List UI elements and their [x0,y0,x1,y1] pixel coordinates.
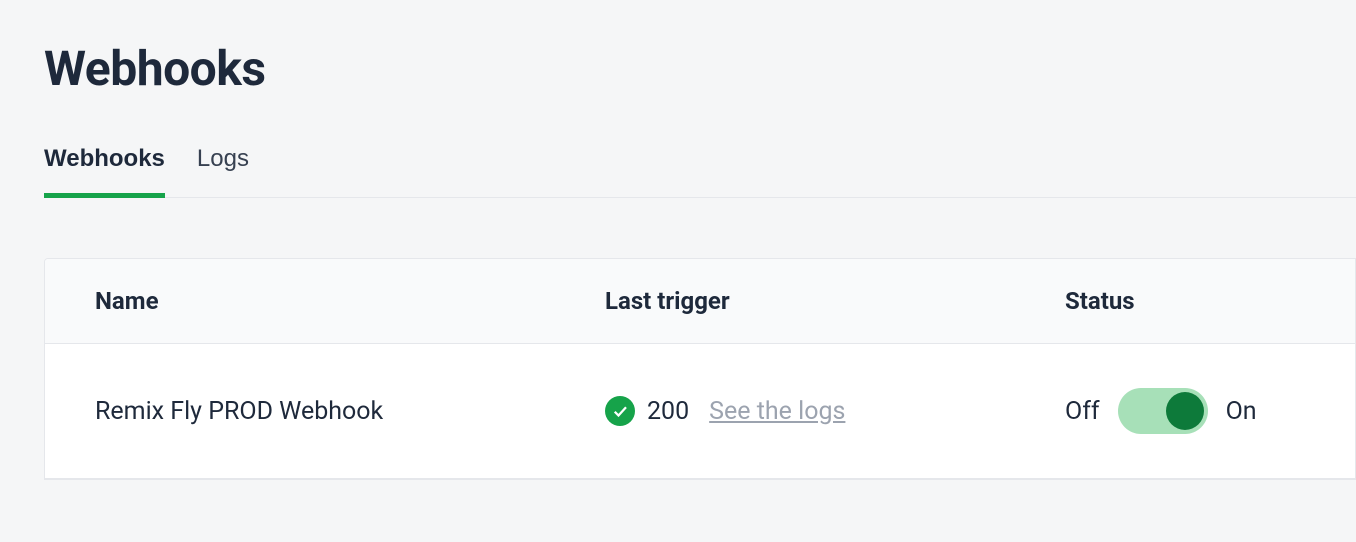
column-header-last-trigger: Last trigger [605,287,1065,315]
last-trigger-cell: 200 See the logs [605,396,1065,426]
status-cell: Off On [1065,388,1355,434]
check-circle-icon [605,396,635,426]
tab-logs[interactable]: Logs [197,145,249,197]
see-logs-link[interactable]: See the logs [709,397,845,426]
page-title: Webhooks [44,40,1356,97]
column-header-status: Status [1065,287,1355,315]
tabs: Webhooks Logs [44,145,1356,198]
webhooks-table: Name Last trigger Status Remix Fly PROD … [44,258,1356,480]
webhook-name: Remix Fly PROD Webhook [45,397,605,426]
status-toggle[interactable] [1118,388,1208,434]
status-code: 200 [647,397,689,426]
table-row: Remix Fly PROD Webhook 200 See the logs … [45,344,1355,479]
toggle-on-label: On [1226,397,1257,426]
toggle-knob [1166,392,1204,430]
column-header-name: Name [45,287,605,315]
toggle-off-label: Off [1065,397,1100,426]
table-header-row: Name Last trigger Status [45,259,1355,344]
tab-webhooks[interactable]: Webhooks [44,145,165,197]
